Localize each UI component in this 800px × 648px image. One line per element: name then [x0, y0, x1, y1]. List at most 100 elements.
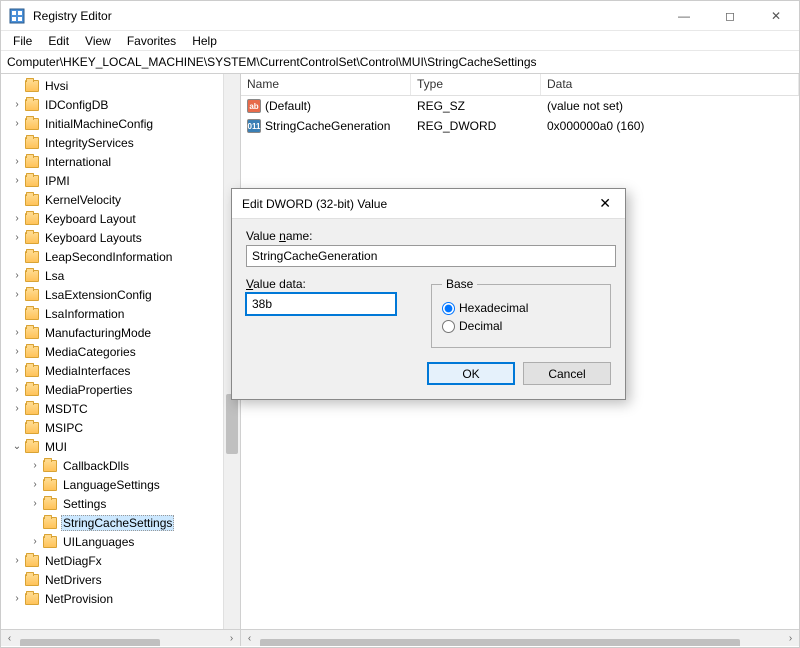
- close-button[interactable]: ✕: [753, 1, 799, 31]
- hexadecimal-label[interactable]: Hexadecimal: [459, 301, 528, 315]
- expand-icon[interactable]: ›: [29, 479, 41, 490]
- tree-item[interactable]: NetDrivers: [1, 570, 240, 589]
- menu-edit[interactable]: Edit: [40, 32, 77, 50]
- tree-item[interactable]: ›MediaInterfaces: [1, 361, 240, 380]
- tree-item-label: Hvsi: [43, 79, 70, 93]
- column-name[interactable]: Name: [241, 74, 411, 95]
- folder-icon: [25, 118, 39, 130]
- tree-item[interactable]: IntegrityServices: [1, 133, 240, 152]
- cancel-button[interactable]: Cancel: [523, 362, 611, 385]
- tree-item[interactable]: › MediaProperties: [1, 380, 240, 399]
- tree-item[interactable]: ›LsaExtensionConfig: [1, 285, 240, 304]
- value-name: StringCacheGeneration: [265, 119, 390, 133]
- tree-item[interactable]: LsaInformation: [1, 304, 240, 323]
- scroll-left-icon[interactable]: ‹: [241, 630, 258, 647]
- tree-item[interactable]: ›ManufacturingMode: [1, 323, 240, 342]
- menu-favorites[interactable]: Favorites: [119, 32, 184, 50]
- ok-button[interactable]: OK: [427, 362, 515, 385]
- tree-item[interactable]: MSIPC: [1, 418, 240, 437]
- expand-icon[interactable]: ›: [11, 403, 23, 414]
- tree-item[interactable]: ›IDConfigDB: [1, 95, 240, 114]
- value-data-input[interactable]: [246, 293, 396, 315]
- decimal-label[interactable]: Decimal: [459, 319, 502, 333]
- dialog-title: Edit DWORD (32-bit) Value: [242, 197, 595, 211]
- expand-icon[interactable]: ›: [11, 327, 23, 338]
- column-data[interactable]: Data: [541, 74, 799, 95]
- tree-item[interactable]: Hvsi: [1, 76, 240, 95]
- folder-icon: [43, 479, 57, 491]
- column-type[interactable]: Type: [411, 74, 541, 95]
- list-row[interactable]: ab(Default)REG_SZ(value not set): [241, 96, 799, 116]
- minimize-button[interactable]: —: [661, 1, 707, 31]
- maximize-button[interactable]: ◻: [707, 1, 753, 31]
- expand-icon[interactable]: ›: [11, 555, 23, 566]
- expand-icon[interactable]: ›: [11, 593, 23, 604]
- expand-icon[interactable]: ›: [29, 460, 41, 471]
- dialog-close-button[interactable]: ✕: [595, 195, 615, 212]
- expand-icon[interactable]: ›: [11, 118, 23, 129]
- tree-item[interactable]: ›MSDTC: [1, 399, 240, 418]
- collapse-icon[interactable]: ⌄: [11, 441, 23, 452]
- tree-item[interactable]: › International: [1, 152, 240, 171]
- scroll-left-icon[interactable]: ‹: [1, 630, 18, 647]
- expand-icon[interactable]: ›: [11, 270, 23, 281]
- scrollbar-thumb[interactable]: [260, 639, 740, 646]
- dialog-titlebar[interactable]: Edit DWORD (32-bit) Value ✕: [232, 189, 625, 219]
- list-horizontal-scrollbar[interactable]: ‹ ›: [241, 629, 799, 646]
- scroll-right-icon[interactable]: ›: [223, 630, 240, 647]
- tree-item[interactable]: KernelVelocity: [1, 190, 240, 209]
- expand-icon[interactable]: ›: [11, 346, 23, 357]
- tree-item-label: International: [43, 155, 113, 169]
- expand-icon[interactable]: ›: [11, 289, 23, 300]
- folder-icon: [25, 289, 39, 301]
- tree-item[interactable]: ›NetProvision: [1, 589, 240, 608]
- list-header: Name Type Data: [241, 74, 799, 96]
- tree-item[interactable]: ⌄MUI: [1, 437, 240, 456]
- scroll-right-icon[interactable]: ›: [782, 630, 799, 647]
- expand-icon[interactable]: ›: [11, 384, 23, 395]
- expand-icon[interactable]: ›: [11, 213, 23, 224]
- expand-icon[interactable]: ›: [29, 536, 41, 547]
- address-path: Computer\HKEY_LOCAL_MACHINE\SYSTEM\Curre…: [7, 55, 793, 69]
- tree-item[interactable]: ›Keyboard Layout: [1, 209, 240, 228]
- tree-item[interactable]: ›NetDiagFx: [1, 551, 240, 570]
- tree-item[interactable]: ›Keyboard Layouts: [1, 228, 240, 247]
- dword-value-icon: 011: [247, 119, 261, 133]
- value-type: REG_DWORD: [411, 119, 541, 133]
- scrollbar-thumb[interactable]: [226, 394, 238, 454]
- expand-icon[interactable]: ›: [11, 156, 23, 167]
- value-name-input[interactable]: [246, 245, 616, 267]
- tree-item-label: IPMI: [43, 174, 72, 188]
- tree-item[interactable]: ›UILanguages: [1, 532, 240, 551]
- menu-bar: File Edit View Favorites Help: [1, 31, 799, 51]
- expand-icon[interactable]: ›: [11, 99, 23, 110]
- expand-icon[interactable]: ›: [11, 232, 23, 243]
- tree-item[interactable]: ›InitialMachineConfig: [1, 114, 240, 133]
- scrollbar-thumb[interactable]: [20, 639, 160, 646]
- folder-icon: [25, 251, 39, 263]
- menu-help[interactable]: Help: [184, 32, 225, 50]
- expand-icon[interactable]: ›: [11, 175, 23, 186]
- menu-file[interactable]: File: [5, 32, 40, 50]
- decimal-radio[interactable]: [442, 320, 455, 333]
- list-row[interactable]: 011StringCacheGenerationREG_DWORD0x00000…: [241, 116, 799, 136]
- tree-item-label: MediaProperties: [43, 383, 134, 397]
- value-name: (Default): [265, 99, 311, 113]
- tree-pane[interactable]: Hvsi›IDConfigDB›InitialMachineConfigInte…: [1, 74, 241, 646]
- menu-view[interactable]: View: [77, 32, 119, 50]
- tree-item[interactable]: ›LanguageSettings: [1, 475, 240, 494]
- tree-item[interactable]: ›MediaCategories: [1, 342, 240, 361]
- tree-item[interactable]: ›CallbackDlls: [1, 456, 240, 475]
- hexadecimal-radio[interactable]: [442, 302, 455, 315]
- tree-item[interactable]: ›Settings: [1, 494, 240, 513]
- tree-item[interactable]: StringCacheSettings: [1, 513, 240, 532]
- address-bar[interactable]: Computer\HKEY_LOCAL_MACHINE\SYSTEM\Curre…: [1, 51, 799, 74]
- folder-icon: [25, 80, 39, 92]
- tree-item[interactable]: LeapSecondInformation: [1, 247, 240, 266]
- folder-icon: [25, 422, 39, 434]
- tree-horizontal-scrollbar[interactable]: ‹ ›: [1, 629, 240, 646]
- tree-item[interactable]: › IPMI: [1, 171, 240, 190]
- tree-item[interactable]: ›Lsa: [1, 266, 240, 285]
- expand-icon[interactable]: ›: [29, 498, 41, 509]
- expand-icon[interactable]: ›: [11, 365, 23, 376]
